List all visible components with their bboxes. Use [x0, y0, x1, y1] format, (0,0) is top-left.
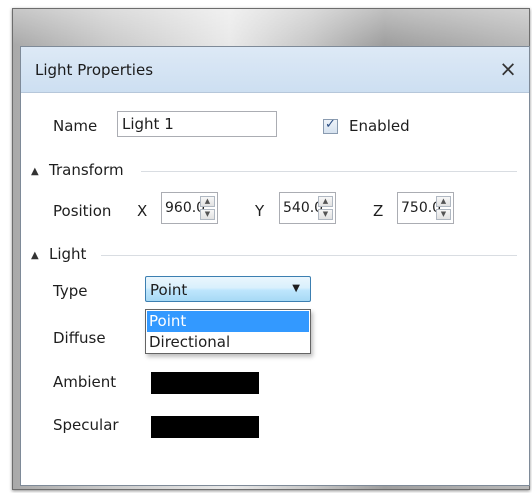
type-label: Type [53, 282, 88, 300]
spin-up-icon[interactable]: ▲ [436, 196, 451, 207]
transform-section-title: Transform [49, 161, 124, 179]
dialog-title: Light Properties [35, 61, 154, 79]
checkmark-icon: ✓ [325, 117, 336, 132]
light-section-header[interactable]: ▲ Light [31, 245, 517, 265]
spin-up-icon[interactable]: ▲ [200, 196, 215, 207]
transform-section-header[interactable]: ▲ Transform [31, 161, 517, 181]
position-x-spinner[interactable]: 960.0 ▲ ▼ [161, 192, 218, 224]
enabled-label[interactable]: Enabled [349, 117, 410, 135]
light-section-title: Light [49, 245, 87, 263]
enabled-checkbox[interactable]: ✓ [323, 117, 338, 134]
collapse-triangle-icon[interactable]: ▲ [31, 166, 39, 177]
collapse-triangle-icon[interactable]: ▲ [31, 250, 39, 261]
spin-buttons[interactable]: ▲ ▼ [436, 196, 451, 220]
type-dropdown-list[interactable]: Point Directional [145, 309, 311, 354]
type-select-value[interactable]: Point [150, 281, 187, 299]
specular-label: Specular [53, 416, 119, 434]
position-z-spinner[interactable]: 750.0 ▲ ▼ [397, 192, 454, 224]
specular-color-swatch[interactable] [151, 416, 259, 438]
spin-down-icon[interactable]: ▼ [318, 209, 333, 220]
ambient-color-swatch[interactable] [151, 372, 259, 394]
spin-down-icon[interactable]: ▼ [200, 209, 215, 220]
position-y-spinner[interactable]: 540.0 ▲ ▼ [279, 192, 336, 224]
diffuse-label: Diffuse [53, 329, 106, 347]
spin-down-icon[interactable]: ▼ [436, 209, 451, 220]
section-divider [141, 171, 517, 172]
y-label: Y [255, 202, 265, 220]
dropdown-option-point[interactable]: Point [147, 311, 309, 332]
z-label: Z [373, 202, 384, 220]
section-divider [101, 255, 517, 256]
light-properties-dialog: Light Properties × Name Light 1 ✓ Enable… [20, 46, 530, 486]
spin-buttons[interactable]: ▲ ▼ [318, 196, 333, 220]
type-select[interactable]: Point ▼ [145, 276, 311, 302]
name-label: Name [53, 117, 98, 135]
spin-up-icon[interactable]: ▲ [318, 196, 333, 207]
position-label: Position [53, 202, 112, 220]
title-bar[interactable]: Light Properties × [21, 47, 529, 93]
ambient-label: Ambient [53, 373, 117, 391]
chevron-down-icon[interactable]: ▼ [292, 283, 300, 294]
name-input[interactable]: Light 1 [117, 111, 277, 137]
x-label: X [137, 202, 148, 220]
spin-buttons[interactable]: ▲ ▼ [200, 196, 215, 220]
close-icon[interactable]: × [495, 56, 521, 82]
dropdown-option-directional[interactable]: Directional [147, 332, 309, 353]
